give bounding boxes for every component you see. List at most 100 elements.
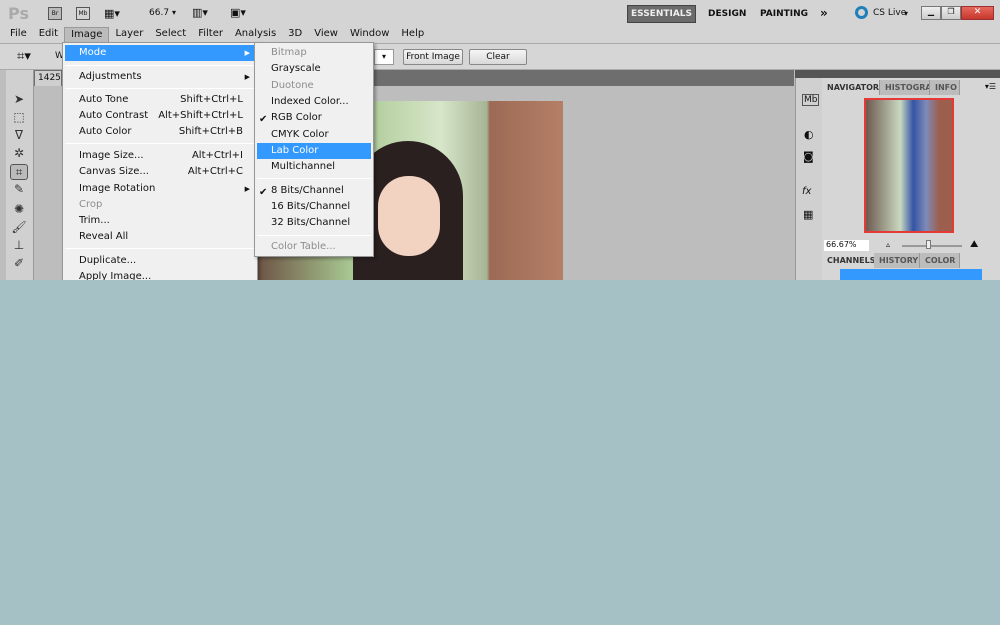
menu-item-shortcut: Alt+Shift+Ctrl+L — [158, 110, 243, 121]
submenu-arrow-icon: ▶ — [244, 185, 250, 193]
menu-item-duplicate[interactable]: Duplicate... — [65, 253, 255, 269]
tab-channels[interactable]: CHANNELS — [822, 253, 880, 268]
screen-mode-icon[interactable]: ▣▾ — [230, 6, 246, 19]
clone-stamp-tool-icon[interactable]: ⊥ — [10, 238, 28, 254]
zoom-dropdown-icon[interactable]: ▾ — [172, 8, 176, 17]
tools-panel: ➤ ⬚ ᐁ ✲ ⌗ ✎ ✺ 🖌︎ ⊥ ✐ — [6, 70, 34, 280]
menu-view[interactable]: View — [308, 27, 344, 43]
panel-icon-strip: Mb ◐ ◙ fx ▦ — [795, 78, 823, 280]
menu-layer[interactable]: Layer — [109, 27, 149, 43]
menu-item-auto-contrast[interactable]: Auto Contrast Alt+Shift+Ctrl+L — [65, 108, 255, 124]
menu-item-shortcut: Alt+Ctrl+C — [187, 166, 243, 177]
tab-histogram[interactable]: HISTOGRAM — [880, 80, 930, 95]
menu-item-apply-image[interactable]: Apply Image... — [65, 269, 255, 280]
adjustments-panel-icon[interactable]: ◐ — [804, 128, 814, 141]
navigator-thumbnail[interactable] — [864, 98, 954, 233]
panel-menu-icon[interactable]: ▾☰ — [985, 82, 996, 91]
cs-live-dropdown-icon[interactable]: ▾ — [904, 9, 908, 18]
panel-dock-header[interactable] — [795, 70, 1000, 78]
menu-item-image-rotation[interactable]: Image Rotation ▶ — [65, 181, 255, 197]
submenu-arrow-icon: ▶ — [244, 49, 250, 57]
front-image-button[interactable]: Front Image — [403, 49, 463, 65]
close-button[interactable]: ✕ — [961, 6, 994, 20]
submenu-item-lab-color[interactable]: Lab Color — [257, 143, 371, 159]
swatches-panel-icon[interactable]: ▦ — [803, 208, 813, 221]
menu-item-adjustments[interactable]: Adjustments ▶ — [65, 69, 255, 85]
mini-bridge-icon[interactable]: Mb — [76, 7, 90, 20]
menu-help[interactable]: Help — [395, 27, 430, 43]
menu-item-label: Auto Contrast — [79, 110, 149, 121]
menu-edit[interactable]: Edit — [33, 27, 64, 43]
tab-navigator[interactable]: NAVIGATOR — [822, 80, 880, 95]
application-bar: Ps Br Mb ▦▾ 66.7 ▾ ▥▾ ▣▾ ESSENTIALS DESI… — [0, 0, 1000, 27]
menu-item-canvas-size[interactable]: Canvas Size... Alt+Ctrl+C — [65, 164, 255, 180]
submenu-item-cmyk-color[interactable]: CMYK Color — [257, 127, 371, 143]
history-brush-tool-icon[interactable]: ✐ — [10, 256, 28, 272]
quick-selection-tool-icon[interactable]: ✲ — [10, 146, 28, 162]
menu-separator — [65, 65, 255, 66]
cs-live-button[interactable]: CS Live — [873, 8, 906, 18]
submenu-item-16-bits[interactable]: 16 Bits/Channel — [257, 199, 371, 215]
mini-bridge-panel-icon[interactable]: Mb — [802, 94, 820, 106]
menu-filter[interactable]: Filter — [192, 27, 229, 43]
navigator-zoom-slider[interactable] — [902, 245, 962, 247]
menu-analysis[interactable]: Analysis — [229, 27, 282, 43]
channel-row-selected[interactable] — [840, 269, 982, 280]
menu-image[interactable]: Image — [64, 27, 110, 43]
bridge-icon[interactable]: Br — [48, 7, 62, 20]
move-tool-icon[interactable]: ➤ — [10, 92, 28, 108]
submenu-item-color-table: Color Table... — [271, 241, 336, 252]
workspace-painting[interactable]: PAINTING — [760, 9, 808, 19]
workspace-essentials[interactable]: ESSENTIALS — [627, 5, 696, 23]
resolution-unit-dropdown[interactable]: ▾ — [374, 49, 394, 65]
view-extras-icon[interactable]: ▦▾ — [104, 7, 120, 20]
menu-item-mode[interactable]: Mode ▶ — [65, 45, 255, 61]
submenu-item-rgb-color[interactable]: ✔ RGB Color — [257, 110, 371, 126]
image-menu: Mode ▶ Adjustments ▶ Auto Tone Shift+Ctrl+L… — [62, 42, 258, 280]
menu-window[interactable]: Window — [344, 27, 395, 43]
tab-info[interactable]: INFO — [930, 80, 960, 95]
lasso-tool-icon[interactable]: ᐁ — [10, 128, 28, 144]
submenu-item-indexed-color[interactable]: Indexed Color... — [257, 94, 371, 110]
menu-select[interactable]: Select — [149, 27, 192, 43]
menu-item-image-size[interactable]: Image Size... Alt+Ctrl+I — [65, 148, 255, 164]
tab-color[interactable]: COLOR — [920, 253, 960, 268]
menu-3d[interactable]: 3D — [282, 27, 308, 43]
minimize-button[interactable]: ▁ — [921, 6, 941, 20]
brush-tool-icon[interactable]: 🖌︎ — [10, 220, 28, 236]
styles-panel-icon[interactable]: fx — [802, 186, 811, 197]
menu-item-auto-color[interactable]: Auto Color Shift+Ctrl+B — [65, 124, 255, 140]
menu-item-label: Mode — [79, 47, 107, 58]
masks-panel-icon[interactable]: ◙ — [803, 150, 814, 163]
eyedropper-tool-icon[interactable]: ✎ — [10, 182, 28, 198]
submenu-item-bitmap: Bitmap — [271, 47, 307, 58]
crop-tool-preset-icon[interactable]: ⌗▾ — [17, 49, 31, 64]
submenu-item-8-bits[interactable]: ✔ 8 Bits/Channel — [257, 183, 371, 199]
marquee-tool-icon[interactable]: ⬚ — [10, 110, 28, 126]
menu-item-auto-tone[interactable]: Auto Tone Shift+Ctrl+L — [65, 92, 255, 108]
submenu-item-multichannel[interactable]: Multichannel — [257, 159, 371, 175]
submenu-item-grayscale[interactable]: Grayscale — [257, 61, 371, 77]
menu-separator — [65, 88, 255, 89]
zoom-slider-handle[interactable] — [926, 240, 931, 249]
submenu-item-32-bits[interactable]: 32 Bits/Channel — [257, 215, 371, 231]
crop-tool-icon[interactable]: ⌗ — [10, 164, 28, 180]
arrange-documents-icon[interactable]: ▥▾ — [192, 6, 208, 19]
document-tab[interactable]: 14256 — [35, 71, 61, 86]
zoom-out-icon[interactable]: ▵ — [886, 240, 890, 249]
zoom-level[interactable]: 66.7 — [149, 8, 169, 18]
zoom-in-icon[interactable]: ⛰ — [970, 239, 978, 250]
tab-history[interactable]: HISTORY — [874, 253, 920, 268]
more-workspaces-icon[interactable]: » — [820, 6, 828, 20]
healing-brush-tool-icon[interactable]: ✺ — [10, 202, 28, 218]
restore-button[interactable]: ❐ — [941, 6, 961, 20]
menu-item-trim[interactable]: Trim... — [65, 213, 255, 229]
menu-file[interactable]: File — [4, 27, 33, 43]
menu-item-label: Image Rotation — [79, 183, 156, 194]
menu-separator — [257, 178, 371, 179]
clear-button[interactable]: Clear — [469, 49, 527, 65]
menu-item-reveal-all[interactable]: Reveal All — [65, 229, 255, 245]
navigator-zoom-input[interactable]: 66.67% — [824, 240, 869, 251]
menu-item-label: Adjustments — [79, 71, 142, 82]
workspace-design[interactable]: DESIGN — [708, 9, 746, 19]
